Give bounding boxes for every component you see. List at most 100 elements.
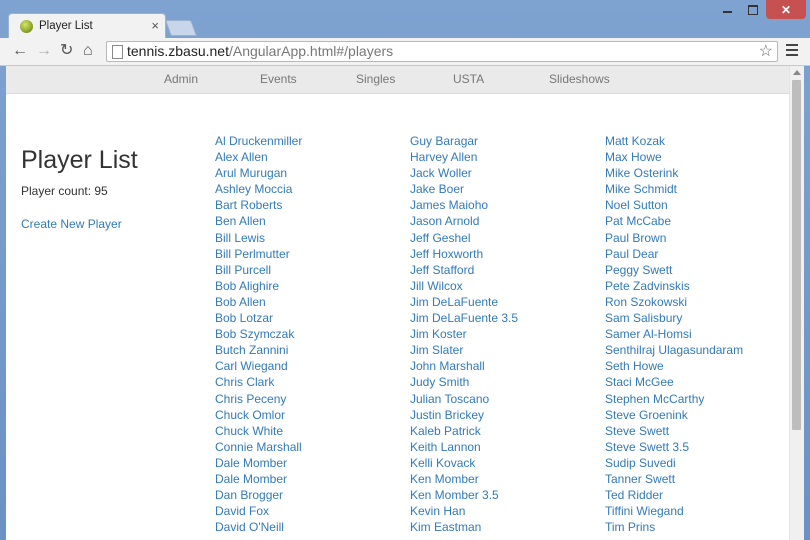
- player-link[interactable]: Pete Zadvinskis: [605, 278, 795, 294]
- url-text[interactable]: tennis.zbasu.net/AngularApp.html#/player…: [127, 43, 393, 59]
- player-link[interactable]: Bob Lotzar: [215, 310, 405, 326]
- create-new-player-link[interactable]: Create New Player: [21, 217, 122, 231]
- reload-icon[interactable]: ↻: [60, 42, 73, 60]
- player-link[interactable]: Dale Momber: [215, 455, 405, 471]
- player-link[interactable]: Bob Alighire: [215, 278, 405, 294]
- player-link[interactable]: James Maioho: [410, 197, 600, 213]
- home-icon[interactable]: ⌂: [83, 42, 93, 60]
- player-link[interactable]: Bob Szymczak: [215, 326, 405, 342]
- player-link[interactable]: Senthilraj Ulagasundaram: [605, 342, 795, 358]
- player-link[interactable]: Ben Allen: [215, 213, 405, 229]
- browser-tab-player-list[interactable]: Player List ×: [8, 13, 166, 39]
- minimize-button[interactable]: [714, 0, 740, 19]
- player-link[interactable]: Judy Smith: [410, 374, 600, 390]
- player-link[interactable]: David O'Neill: [215, 519, 405, 535]
- player-link[interactable]: Keith Lannon: [410, 439, 600, 455]
- player-link[interactable]: Jeff Geshel: [410, 230, 600, 246]
- player-link[interactable]: Max Howe: [605, 149, 795, 165]
- player-link[interactable]: Alex Allen: [215, 149, 405, 165]
- vertical-scrollbar[interactable]: [789, 66, 804, 540]
- address-bar[interactable]: tennis.zbasu.net/AngularApp.html#/player…: [106, 41, 778, 62]
- player-link[interactable]: Ted Ridder: [605, 487, 795, 503]
- player-link[interactable]: Tanner Swett: [605, 471, 795, 487]
- player-link[interactable]: Bill Perlmutter: [215, 246, 405, 262]
- player-link[interactable]: Jim DeLaFuente 3.5: [410, 310, 600, 326]
- player-column-3: Matt Kozak Max Howe Mike Osterink Mike Schm…: [605, 133, 795, 535]
- player-link[interactable]: Bart Roberts: [215, 197, 405, 213]
- tab-title: Player List: [39, 20, 93, 32]
- player-link[interactable]: Matt Kozak: [605, 133, 795, 149]
- player-link[interactable]: Bob Allen: [215, 294, 405, 310]
- nav-admin[interactable]: Admin: [164, 72, 198, 86]
- player-link[interactable]: Jill Wilcox: [410, 278, 600, 294]
- close-window-button[interactable]: ✕: [766, 0, 806, 19]
- bookmark-star-icon[interactable]: ☆: [759, 41, 773, 61]
- player-link[interactable]: Pat McCabe: [605, 213, 795, 229]
- back-arrow-icon[interactable]: ←: [12, 42, 28, 60]
- player-link[interactable]: Kevin Han: [410, 503, 600, 519]
- player-link[interactable]: Stephen McCarthy: [605, 391, 795, 407]
- player-link[interactable]: Ken Momber 3.5: [410, 487, 600, 503]
- player-link[interactable]: Kim Eastman: [410, 519, 600, 535]
- player-link[interactable]: Chuck Omlor: [215, 407, 405, 423]
- player-link[interactable]: Jim DeLaFuente: [410, 294, 600, 310]
- player-link[interactable]: Mike Schmidt: [605, 181, 795, 197]
- nav-usta[interactable]: USTA: [453, 72, 484, 86]
- player-link[interactable]: Paul Dear: [605, 246, 795, 262]
- player-link[interactable]: Jeff Hoxworth: [410, 246, 600, 262]
- player-link[interactable]: Steve Swett: [605, 423, 795, 439]
- player-link[interactable]: Steve Swett 3.5: [605, 439, 795, 455]
- player-link[interactable]: Kelli Kovack: [410, 455, 600, 471]
- player-link[interactable]: Ron Szokowski: [605, 294, 795, 310]
- player-link[interactable]: Steve Groenink: [605, 407, 795, 423]
- player-link[interactable]: Bill Purcell: [215, 262, 405, 278]
- new-tab-button[interactable]: [165, 20, 197, 36]
- player-link[interactable]: Bill Lewis: [215, 230, 405, 246]
- player-link[interactable]: Butch Zannini: [215, 342, 405, 358]
- nav-events[interactable]: Events: [260, 72, 297, 86]
- player-link[interactable]: Jim Slater: [410, 342, 600, 358]
- player-link[interactable]: Dale Momber: [215, 471, 405, 487]
- player-link[interactable]: Ashley Moccia: [215, 181, 405, 197]
- player-link[interactable]: Sam Salisbury: [605, 310, 795, 326]
- player-link[interactable]: Staci McGee: [605, 374, 795, 390]
- player-link[interactable]: Jason Arnold: [410, 213, 600, 229]
- player-link[interactable]: Jeff Stafford: [410, 262, 600, 278]
- player-link[interactable]: Dan Brogger: [215, 487, 405, 503]
- player-link[interactable]: Noel Sutton: [605, 197, 795, 213]
- player-link[interactable]: Chris Clark: [215, 374, 405, 390]
- player-link[interactable]: Peggy Swett: [605, 262, 795, 278]
- player-link[interactable]: Jake Boer: [410, 181, 600, 197]
- player-link[interactable]: Jim Koster: [410, 326, 600, 342]
- scrollbar-thumb[interactable]: [792, 80, 801, 430]
- nav-slideshows[interactable]: Slideshows: [549, 72, 610, 86]
- player-link[interactable]: David Fox: [215, 503, 405, 519]
- player-link[interactable]: Justin Brickey: [410, 407, 600, 423]
- player-link[interactable]: Carl Wiegand: [215, 358, 405, 374]
- chrome-menu-icon[interactable]: [786, 44, 798, 59]
- player-link[interactable]: Samer Al-Homsi: [605, 326, 795, 342]
- player-link[interactable]: Tiffini Wiegand: [605, 503, 795, 519]
- player-link[interactable]: Mike Osterink: [605, 165, 795, 181]
- player-link[interactable]: Ken Momber: [410, 471, 600, 487]
- player-link[interactable]: Guy Baragar: [410, 133, 600, 149]
- player-link[interactable]: Jack Woller: [410, 165, 600, 181]
- player-link[interactable]: Chuck White: [215, 423, 405, 439]
- player-link[interactable]: Chris Peceny: [215, 391, 405, 407]
- player-link[interactable]: Arul Murugan: [215, 165, 405, 181]
- maximize-button[interactable]: [740, 0, 766, 19]
- scroll-up-arrow-icon[interactable]: [793, 70, 801, 75]
- player-link[interactable]: John Marshall: [410, 358, 600, 374]
- player-link[interactable]: Al Druckenmiller: [215, 133, 405, 149]
- player-link[interactable]: Tim Prins: [605, 519, 795, 535]
- player-link[interactable]: Kaleb Patrick: [410, 423, 600, 439]
- player-link[interactable]: Connie Marshall: [215, 439, 405, 455]
- close-tab-icon[interactable]: ×: [151, 18, 159, 34]
- player-link[interactable]: Julian Toscano: [410, 391, 600, 407]
- player-link[interactable]: Harvey Allen: [410, 149, 600, 165]
- player-link[interactable]: Sudip Suvedi: [605, 455, 795, 471]
- nav-singles[interactable]: Singles: [356, 72, 395, 86]
- player-link[interactable]: Seth Howe: [605, 358, 795, 374]
- forward-arrow-icon[interactable]: →: [36, 42, 52, 60]
- player-link[interactable]: Paul Brown: [605, 230, 795, 246]
